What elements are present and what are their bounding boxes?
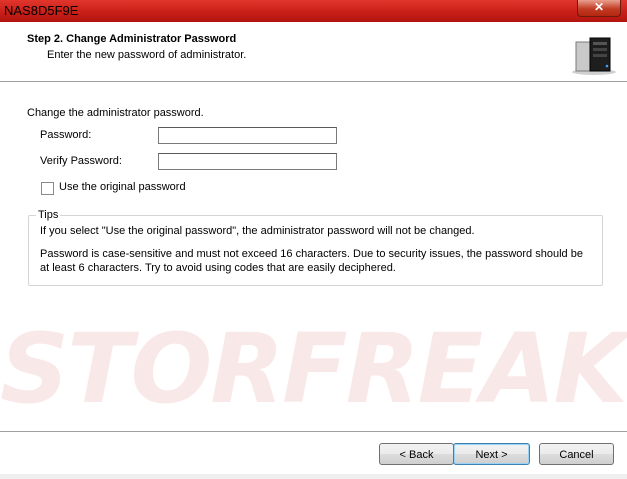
footer-divider — [0, 431, 627, 432]
password-label: Password: — [40, 129, 92, 141]
tip-original-password: If you select "Use the original password… — [40, 225, 475, 237]
next-button[interactable]: Next > — [453, 443, 530, 465]
close-icon: ✕ — [593, 0, 605, 14]
window-title: NAS8D5F9E — [4, 3, 79, 18]
verify-password-input[interactable] — [158, 153, 337, 170]
step-title: Step 2. Change Administrator Password — [27, 33, 237, 45]
cancel-button[interactable]: Cancel — [539, 443, 614, 465]
tip-password-rules: Password is case-sensitive and must not … — [40, 248, 583, 274]
tips-legend: Tips — [36, 209, 61, 221]
verify-password-label: Verify Password: — [40, 155, 122, 167]
intro-text: Change the administrator password. — [27, 107, 204, 119]
wizard-header: Step 2. Change Administrator Password En… — [0, 22, 627, 82]
back-button[interactable]: < Back — [379, 443, 454, 465]
password-input[interactable] — [158, 127, 337, 144]
watermark-text: STORFREAKS — [0, 313, 627, 425]
use-original-password-checkbox[interactable] — [41, 182, 54, 195]
use-original-password-label[interactable]: Use the original password — [59, 181, 186, 193]
title-bar: NAS8D5F9E ✕ — [0, 0, 627, 22]
nas-device-icon — [572, 37, 616, 75]
watermark-logo: STORFREAKS — [0, 305, 627, 435]
close-button[interactable]: ✕ — [577, 0, 621, 17]
step-subtitle: Enter the new password of administrator. — [47, 49, 247, 61]
window-bottom-border — [0, 474, 627, 479]
